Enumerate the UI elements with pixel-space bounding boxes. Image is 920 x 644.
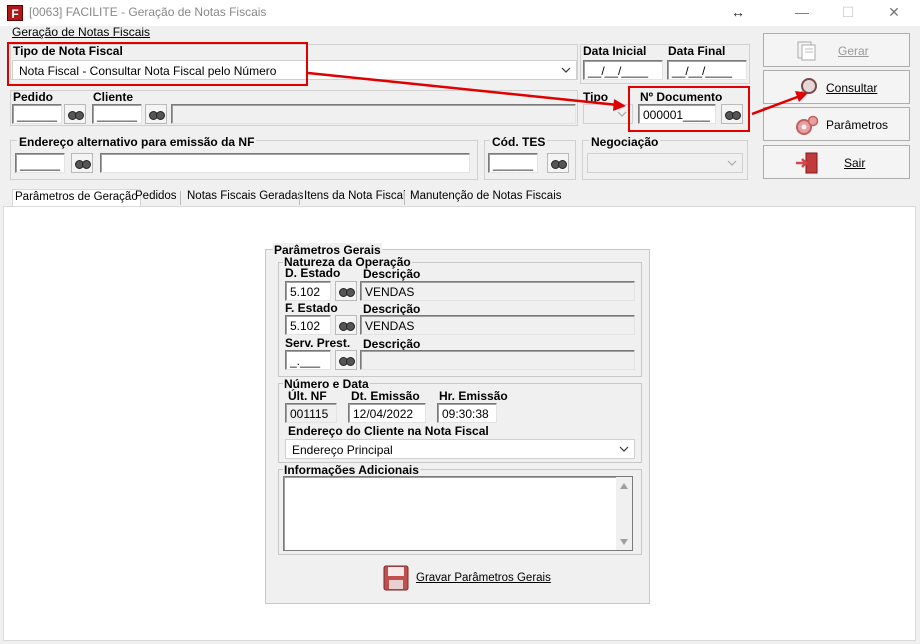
tab-manutencao-notas[interactable]: Manutenção de Notas Fiscais bbox=[408, 189, 564, 207]
tab-itens-nota[interactable]: Itens da Nota Fiscal bbox=[302, 189, 408, 207]
tab-separator bbox=[180, 191, 181, 205]
vertical-scrollbar[interactable] bbox=[616, 477, 632, 550]
serv-prest-search-binoculars-icon[interactable] bbox=[335, 350, 357, 370]
gravar-parametros-label: Gravar Parâmetros Gerais bbox=[416, 572, 551, 584]
serv-desc-field bbox=[360, 350, 635, 370]
dt-emissao-field[interactable]: 12/04/2022 bbox=[348, 403, 426, 423]
floppy-disk-icon bbox=[383, 565, 409, 591]
chevron-down-icon bbox=[619, 446, 629, 452]
hr-emissao-label: Hr. Emissão bbox=[439, 389, 508, 403]
annotation-arrows bbox=[307, 71, 808, 116]
info-adicionais-title: Informações Adicionais bbox=[283, 463, 420, 477]
info-adicionais-textarea[interactable] bbox=[283, 476, 633, 551]
endereco-cliente-value: Endereço Principal bbox=[292, 443, 393, 457]
d-estado-field[interactable]: 5.102 bbox=[285, 281, 331, 301]
f-estado-field[interactable]: 5.102 bbox=[285, 315, 331, 335]
dt-emissao-label: Dt. Emissão bbox=[351, 389, 420, 403]
d-estado-desc-field: VENDAS bbox=[360, 281, 635, 301]
serv-prest-field[interactable]: _.___ bbox=[285, 350, 331, 370]
ult-nf-field: 001115 bbox=[285, 403, 337, 423]
f-estado-desc-label: Descrição bbox=[363, 302, 421, 316]
tab-pedidos[interactable]: Pedidos bbox=[133, 189, 179, 207]
f-estado-desc-field: VENDAS bbox=[360, 315, 635, 335]
ult-nf-label: Últ. NF bbox=[288, 389, 327, 403]
hr-emissao-field[interactable]: 09:30:38 bbox=[437, 403, 497, 423]
scroll-arrows-icon bbox=[620, 483, 628, 545]
tab-parametros-geracao[interactable]: Parâmetros de Geração bbox=[12, 189, 141, 207]
d-estado-desc-label: Descrição bbox=[363, 267, 421, 281]
gravar-parametros-button[interactable]: Gravar Parâmetros Gerais bbox=[381, 563, 581, 593]
tab-notas-geradas[interactable]: Notas Fiscais Geradas bbox=[185, 189, 305, 207]
tab-separator bbox=[404, 191, 405, 205]
tab-separator bbox=[299, 191, 300, 205]
endereco-cliente-select[interactable]: Endereço Principal bbox=[285, 439, 635, 459]
d-estado-search-binoculars-icon[interactable] bbox=[335, 281, 357, 301]
serv-desc-label: Descrição bbox=[363, 337, 421, 351]
f-estado-search-binoculars-icon[interactable] bbox=[335, 315, 357, 335]
endereco-cliente-label: Endereço do Cliente na Nota Fiscal bbox=[288, 424, 489, 438]
serv-prest-label: Serv. Prest. bbox=[285, 336, 351, 350]
d-estado-label: D. Estado bbox=[285, 266, 341, 280]
f-estado-label: F. Estado bbox=[285, 301, 338, 315]
